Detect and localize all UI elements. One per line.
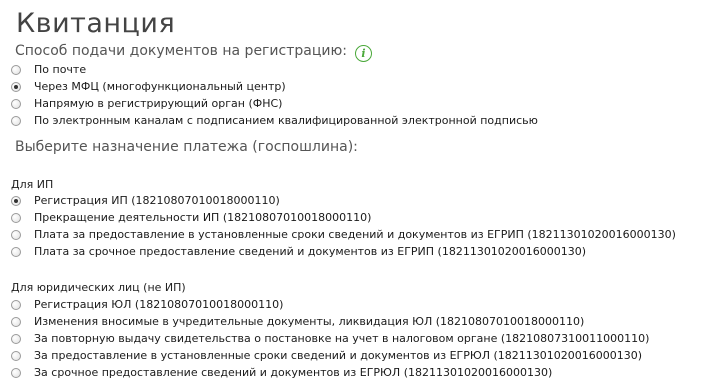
radio-label: Изменения вносимые в учредительные докум… [34, 314, 585, 328]
radio-label: За повторную выдачу свидетельства о пост… [34, 331, 650, 345]
radio-label: По электронным каналам с подписанием ква… [34, 113, 538, 127]
ul-payment-radio-group: Регистрация ЮЛ (18210807010018000110) Из… [11, 296, 649, 381]
radio-option-mfc[interactable]: Через МФЦ (многофункциональный центр) [11, 78, 538, 95]
radio-label: Через МФЦ (многофункциональный центр) [34, 79, 286, 93]
radio-button-selected[interactable] [11, 195, 21, 206]
page-title: Квитанция [16, 8, 176, 39]
radio-button[interactable] [11, 212, 21, 223]
radio-button-selected[interactable] [11, 81, 21, 92]
radio-label: Плата за предоставление в установленные … [34, 227, 676, 241]
radio-option-egrul-urgent[interactable]: За срочное предоставление сведений и док… [11, 364, 649, 381]
radio-button[interactable] [11, 246, 21, 257]
radio-button[interactable] [11, 350, 21, 361]
radio-option-ip-registration[interactable]: Регистрация ИП (18210807010018000110) [11, 192, 676, 209]
payment-purpose-label: Выберите назначение платежа (госпошлина)… [15, 139, 358, 155]
radio-option-fns-direct[interactable]: Напрямую в регистрирующий орган (ФНС) [11, 95, 538, 112]
radio-label: Напрямую в регистрирующий орган (ФНС) [34, 96, 283, 110]
radio-button[interactable] [11, 115, 21, 126]
submission-method-radio-group: По почте Через МФЦ (многофункциональный … [11, 61, 538, 129]
radio-button[interactable] [11, 98, 21, 109]
radio-button[interactable] [11, 299, 21, 310]
ip-payment-radio-group: Регистрация ИП (18210807010018000110) Пр… [11, 192, 676, 260]
radio-button[interactable] [11, 367, 21, 378]
radio-button[interactable] [11, 316, 21, 327]
radio-label: За срочное предоставление сведений и док… [34, 365, 553, 379]
radio-option-by-mail[interactable]: По почте [11, 61, 538, 78]
radio-label: Регистрация ИП (18210807010018000110) [34, 193, 280, 207]
radio-option-ul-changes[interactable]: Изменения вносимые в учредительные докум… [11, 313, 649, 330]
radio-option-egrip-standard[interactable]: Плата за предоставление в установленные … [11, 226, 676, 243]
radio-option-ip-termination[interactable]: Прекращение деятельности ИП (18210807010… [11, 209, 676, 226]
radio-label: Прекращение деятельности ИП (18210807010… [34, 210, 372, 224]
radio-label: За предоставление в установленные сроки … [34, 348, 643, 362]
radio-label: Регистрация ЮЛ (18210807010018000110) [34, 297, 284, 311]
ul-group-title: Для юридических лиц (не ИП) [11, 281, 186, 294]
radio-label: По почте [34, 62, 87, 76]
radio-option-ul-registration[interactable]: Регистрация ЮЛ (18210807010018000110) [11, 296, 649, 313]
radio-label: Плата за срочное предоставление сведений… [34, 244, 587, 258]
radio-button[interactable] [11, 333, 21, 344]
radio-button[interactable] [11, 64, 21, 75]
info-icon[interactable]: i [354, 45, 372, 62]
radio-option-egrip-urgent[interactable]: Плата за срочное предоставление сведений… [11, 243, 676, 260]
submission-method-label: Способ подачи документов на регистрацию:… [15, 42, 372, 62]
radio-option-electronic[interactable]: По электронным каналам с подписанием ква… [11, 112, 538, 129]
radio-option-egrul-standard[interactable]: За предоставление в установленные сроки … [11, 347, 649, 364]
radio-option-certificate-reissue[interactable]: За повторную выдачу свидетельства о пост… [11, 330, 649, 347]
radio-button[interactable] [11, 229, 21, 240]
ip-group-title: Для ИП [11, 178, 54, 191]
submission-method-label-text: Способ подачи документов на регистрацию: [15, 43, 347, 59]
